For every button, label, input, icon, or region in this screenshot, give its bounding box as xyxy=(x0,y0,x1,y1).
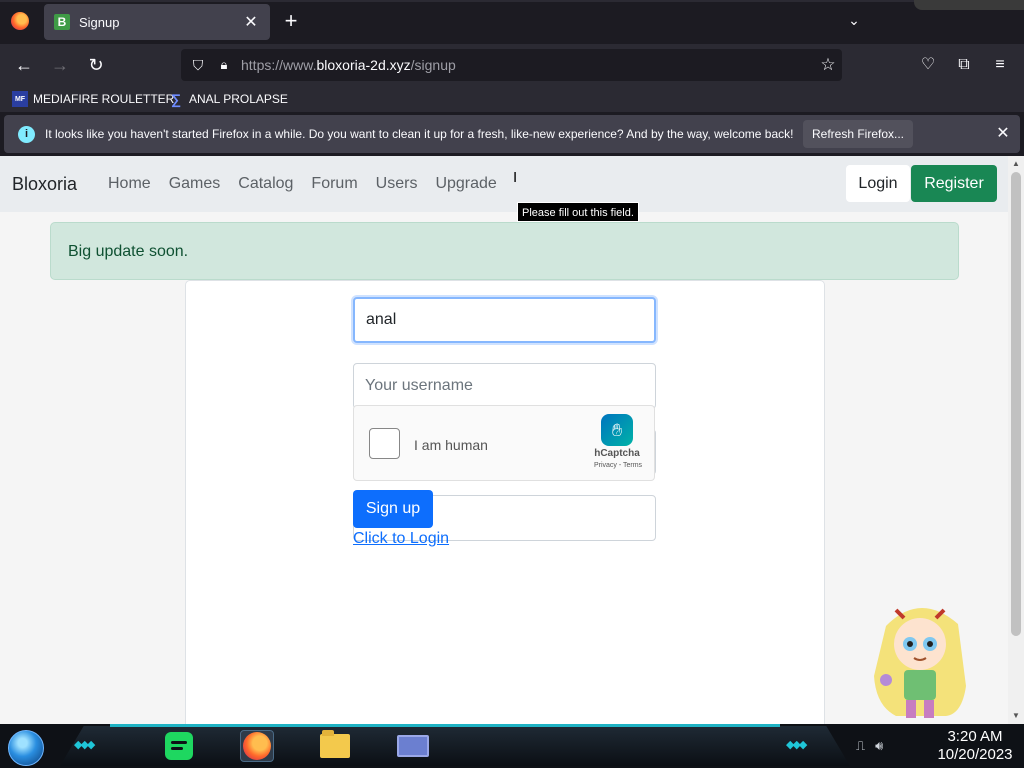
close-notification-icon[interactable]: ✕ xyxy=(993,124,1013,144)
refresh-firefox-button[interactable]: Refresh Firefox... xyxy=(803,120,913,148)
bookmark-label: MEDIAFIRE ROULETTER xyxy=(33,92,175,106)
sign-up-button[interactable]: Sign up xyxy=(353,490,433,528)
bookmark-star-icon[interactable]: ☆ xyxy=(814,55,842,75)
click-to-login-link[interactable]: Click to Login xyxy=(353,530,449,548)
scroll-down-icon[interactable]: ▼ xyxy=(1012,712,1020,720)
url-path: /signup xyxy=(410,57,456,73)
clock-date: 10/20/2023 xyxy=(937,746,1013,763)
captcha-label: I am human xyxy=(414,437,488,453)
firefox-notification-bar: i It looks like you haven't started Fire… xyxy=(4,115,1020,153)
info-icon: i xyxy=(18,125,35,143)
forward-button[interactable]: → xyxy=(46,52,74,78)
alert-text: Big update soon. xyxy=(68,243,189,260)
volume-icon[interactable]: 🔊︎ xyxy=(875,738,883,754)
captcha-checkbox[interactable] xyxy=(369,428,400,459)
tab-bar-top-line xyxy=(0,0,1024,2)
scroll-up-icon[interactable]: ▲ xyxy=(1012,160,1020,168)
system-clock[interactable]: 3:20 AM 10/20/2023 xyxy=(932,728,1018,764)
spotify-taskbar-button[interactable] xyxy=(162,730,196,762)
captcha-privacy-terms[interactable]: Privacy - Terms xyxy=(586,462,650,469)
nav-link-home[interactable]: Home xyxy=(108,175,151,193)
tab-signup[interactable]: B Signup ✕ xyxy=(44,4,270,40)
firefox-icon xyxy=(243,732,271,760)
pocket-icon[interactable]: ♡ xyxy=(916,53,940,77)
shield-icon[interactable]: ⛉ xyxy=(189,56,207,74)
scroll-thumb[interactable] xyxy=(1011,172,1021,636)
back-button[interactable]: ← xyxy=(10,52,38,78)
navigation-toolbar: ← → ↻ ⛉ 🔒︎ https://www.bloxoria-2d.xyz/s… xyxy=(0,44,1024,86)
window-frame-decoration xyxy=(914,0,1024,10)
tab-close-icon[interactable]: ✕ xyxy=(242,12,260,32)
spotify-icon xyxy=(165,732,193,760)
hcaptcha-widget: I am human ✋︎ hCaptcha Privacy - Terms xyxy=(353,405,655,481)
bookmarks-toolbar: MF MEDIAFIRE ROULETTER ∑ ANAL PROLAPSE xyxy=(0,86,1024,112)
text-cursor-icon: I xyxy=(513,169,518,186)
site-navbar: Bloxoria Home Games Catalog Forum Users … xyxy=(0,156,1008,212)
notification-text: It looks like you haven't started Firefo… xyxy=(45,127,794,141)
announcement-alert: Big update soon. xyxy=(50,222,959,280)
os-taskbar: ◆◆◆ ◆◆◆ ⎍ 🔊︎ 3:20 AM 10/20/2023 xyxy=(0,724,1024,768)
list-all-tabs-icon[interactable]: ⌄ xyxy=(845,12,863,30)
firefox-menu-icon[interactable] xyxy=(11,12,29,30)
start-button[interactable] xyxy=(8,730,44,766)
url-text[interactable]: https://www.bloxoria-2d.xyz/signup xyxy=(241,57,814,73)
character-sticker xyxy=(874,607,966,718)
nav-link-forum[interactable]: Forum xyxy=(311,175,357,193)
hamburger-menu-icon[interactable]: ≡ xyxy=(988,53,1012,77)
hcaptcha-logo-icon: ✋︎ xyxy=(601,414,633,446)
nav-link-users[interactable]: Users xyxy=(376,175,418,193)
url-host: bloxoria-2d.xyz xyxy=(316,57,411,73)
tab-bar: B Signup ✕ + ⌄ xyxy=(0,0,1024,44)
clock-time: 3:20 AM xyxy=(947,728,1003,745)
nav-link-games[interactable]: Games xyxy=(169,175,221,193)
reload-icon: ↻ xyxy=(88,55,104,75)
new-tab-button[interactable]: + xyxy=(281,10,301,34)
validation-tooltip: Please fill out this field. xyxy=(517,202,639,222)
address-bar[interactable]: ⛉ 🔒︎ https://www.bloxoria-2d.xyz/signup … xyxy=(181,49,842,81)
captcha-brand: hCaptcha xyxy=(594,448,640,459)
mediafire-icon: MF xyxy=(12,91,28,107)
url-prefix: https://www. xyxy=(241,57,317,73)
bloxoria-favicon-icon: B xyxy=(54,14,70,30)
extensions-icon[interactable]: ⧉ xyxy=(952,53,976,77)
chevron-decoration-icon: ◆◆◆ xyxy=(74,739,95,751)
site-nav-links: Home Games Catalog Forum Users Upgrade xyxy=(108,175,515,193)
lock-icon[interactable]: 🔒︎ xyxy=(216,56,232,74)
email-field[interactable] xyxy=(353,297,656,343)
tab-title: Signup xyxy=(79,14,120,30)
chevron-decoration-icon: ◆◆◆ xyxy=(786,739,807,751)
register-button[interactable]: Register xyxy=(911,165,997,202)
firefox-taskbar-button[interactable] xyxy=(240,730,274,762)
file-explorer-taskbar-button[interactable] xyxy=(318,730,352,762)
bookmark-label: ANAL PROLAPSE xyxy=(189,92,288,106)
bookmark-second[interactable]: ∑ ANAL PROLAPSE xyxy=(168,90,288,108)
arrow-right-icon: → xyxy=(51,55,69,75)
site-brand[interactable]: Bloxoria xyxy=(12,174,77,195)
username-field[interactable] xyxy=(353,363,656,409)
window-app-icon xyxy=(397,735,429,757)
system-tray: ⎍ 🔊︎ xyxy=(856,738,883,754)
network-icon[interactable]: ⎍ xyxy=(856,738,865,754)
arrow-left-icon: ← xyxy=(15,55,33,75)
login-button[interactable]: Login xyxy=(846,165,910,202)
reload-button[interactable]: ↻ xyxy=(82,52,110,78)
sigma-icon: ∑ xyxy=(171,91,181,107)
page-scrollbar[interactable]: ▲ ▼ xyxy=(1008,156,1024,724)
nav-link-catalog[interactable]: Catalog xyxy=(238,175,293,193)
app-taskbar-button[interactable] xyxy=(396,730,430,762)
folder-icon xyxy=(320,730,350,758)
nav-link-upgrade[interactable]: Upgrade xyxy=(435,175,496,193)
taskbar-accent-strip xyxy=(110,724,780,727)
bookmark-mediafire[interactable]: MF MEDIAFIRE ROULETTER xyxy=(12,90,174,108)
